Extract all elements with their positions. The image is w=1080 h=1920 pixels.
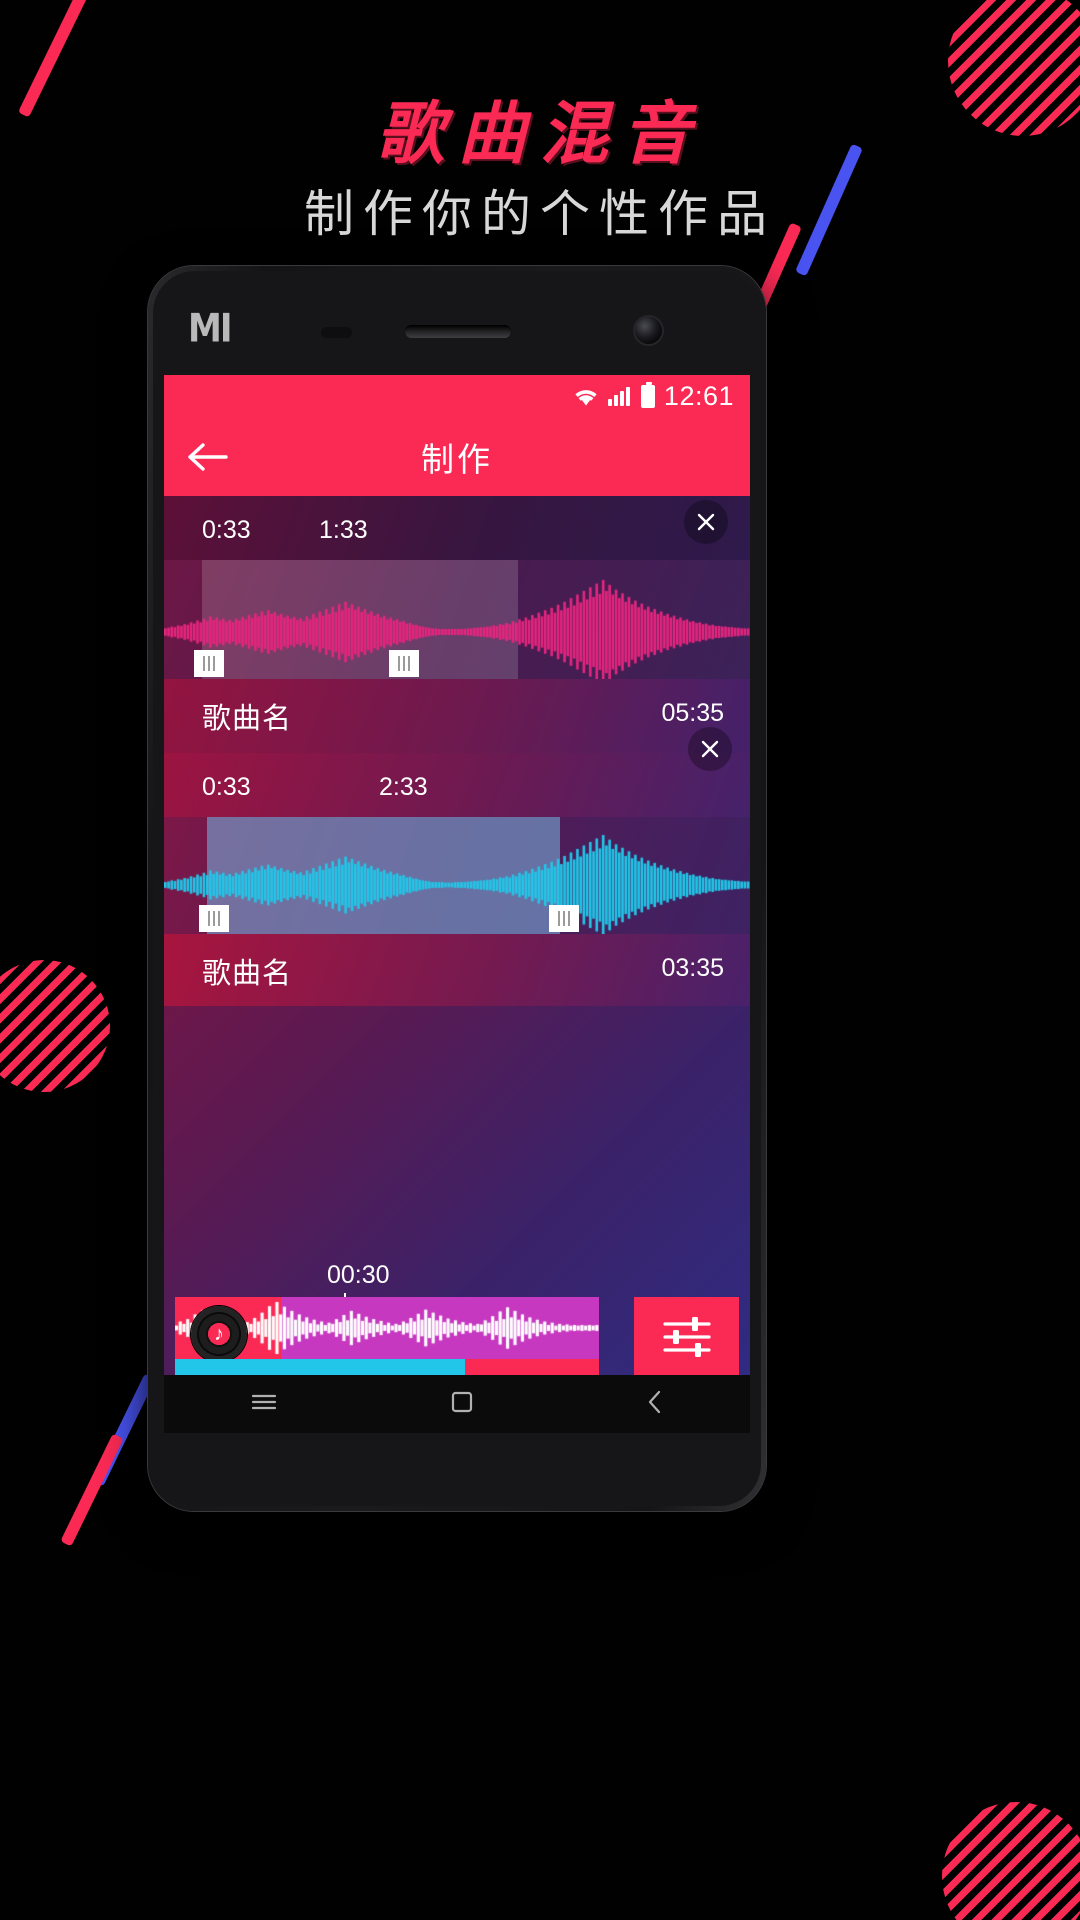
wifi-icon	[573, 387, 599, 406]
back-arrow-icon	[188, 442, 228, 471]
track-1-start-label: 0:33	[202, 516, 251, 544]
track-2-start-label: 0:33	[202, 773, 251, 801]
equalizer-sliders-icon	[662, 1317, 711, 1357]
phone-top-bezel: MI	[153, 271, 761, 367]
timeline-clip-top[interactable]: ♪	[175, 1297, 599, 1359]
track-2-name: 歌曲名	[202, 958, 293, 990]
deco-bar-bottom-left-blue	[92, 1373, 156, 1487]
track-1-waveform[interactable]	[164, 560, 750, 679]
vinyl-record-music-note-icon: ♪	[191, 1306, 247, 1359]
deco-striped-circle-left	[0, 960, 110, 1092]
status-bar: 12:61	[164, 375, 750, 417]
timeline-current-time: 00:30	[327, 1261, 390, 1289]
phone-screen: 12:61 制作 0:33 1:33 歌曲名 05:35 0:33 2:33 歌…	[164, 375, 750, 1433]
mixer-body: 0:33 1:33 歌曲名 05:35 0:33 2:33 歌曲名 03:35 …	[164, 496, 750, 1433]
track-2-timeline-labels: 0:33 2:33	[164, 727, 750, 817]
promo-subtitle: 制作你的个性作品	[304, 185, 776, 243]
track-2-waveform[interactable]	[164, 817, 750, 934]
track-2-close-button[interactable]	[688, 727, 732, 771]
close-icon	[697, 513, 715, 531]
track-1-timeline-labels: 0:33 1:33	[164, 496, 750, 560]
mi-logo: MI	[188, 306, 233, 352]
status-bar-time: 12:61	[663, 380, 734, 411]
app-bar: 12:61 制作	[164, 375, 750, 496]
promo-screenshot-root: 歌曲混音 制作你的个性作品 MI 12:61 制作 0:33 1:33 歌曲名 …	[0, 0, 1080, 1920]
track-1-close-button[interactable]	[684, 500, 728, 544]
track-1-handle-left[interactable]	[194, 650, 224, 677]
cellular-signal-icon	[607, 386, 632, 406]
track-2-end-label: 2:33	[379, 773, 428, 801]
track-2-meta: 歌曲名 03:35	[164, 934, 750, 1006]
track-row-2: 0:33 2:33 歌曲名 03:35	[164, 727, 750, 1006]
back-chevron-icon[interactable]	[647, 1390, 663, 1419]
back-button[interactable]	[164, 417, 250, 496]
home-square-icon[interactable]	[451, 1391, 473, 1418]
android-navigation-bar	[164, 1375, 750, 1433]
track-2-handle-right[interactable]	[549, 905, 579, 932]
track-1-end-label: 1:33	[319, 516, 368, 544]
page-title: 制作	[421, 440, 493, 478]
earpiece-speaker-icon	[405, 325, 511, 338]
front-camera-icon	[635, 317, 662, 344]
track-2-duration: 03:35	[661, 954, 724, 982]
deco-bar-bottom-left-pink	[60, 1433, 124, 1547]
track-1-duration: 05:35	[661, 699, 724, 727]
deco-striped-circle-bottom-right	[942, 1802, 1080, 1920]
promo-title: 歌曲混音	[375, 94, 704, 174]
track-1-meta: 歌曲名 05:35	[164, 679, 750, 753]
menu-icon[interactable]	[251, 1393, 277, 1416]
track-1-name: 歌曲名	[202, 703, 293, 735]
close-icon	[701, 740, 719, 758]
track-row-1: 0:33 1:33 歌曲名 05:35	[164, 496, 750, 753]
track-2-handle-left[interactable]	[199, 905, 229, 932]
battery-icon	[640, 381, 655, 408]
phone-device-frame: MI 12:61 制作 0:33 1:33 歌曲名 05:35 0:33 2:3…	[148, 266, 766, 1511]
proximity-sensor-icon	[321, 327, 352, 338]
track-1-handle-right[interactable]	[389, 650, 419, 677]
